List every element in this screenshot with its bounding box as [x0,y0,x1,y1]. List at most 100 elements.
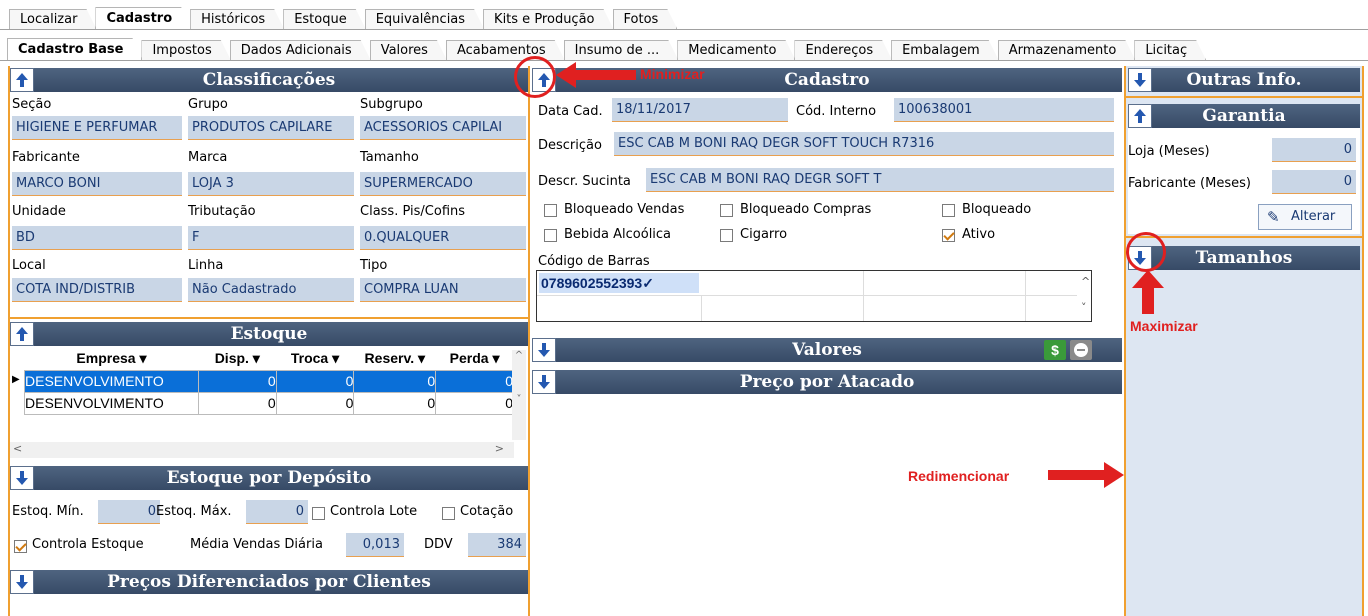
tab-localizar[interactable]: Localizar [9,9,96,29]
marca-field[interactable]: LOJA 3 [188,172,354,196]
currency-icon[interactable]: $ [1044,340,1066,360]
tamanho-label: Tamanho [360,150,419,165]
col-empresa[interactable]: Empresa ▾ [25,348,199,370]
tributacao-field[interactable]: F [188,226,354,250]
atacado-title: Preço por Atacado [739,372,915,392]
tab-enderecos[interactable]: Endereços [794,40,892,60]
bebida-alcoolica-checkbox[interactable] [544,229,557,242]
marca-label: Marca [188,150,228,165]
tab-impostos[interactable]: Impostos [141,40,230,60]
table-row[interactable]: DESENVOLVIMENTO 0 0 0 0 [24,369,514,393]
tab-embalagem[interactable]: Embalagem [891,40,999,60]
col-reserv[interactable]: Reserv. ▾ [354,348,436,370]
tab-acabamentos[interactable]: Acabamentos [446,40,565,60]
bloqueado-vendas-label: Bloqueado Vendas [564,202,685,217]
secao-field[interactable]: HIGIENE E PERFUMAR [12,116,182,140]
unidade-field[interactable]: BD [12,226,182,250]
cod-interno-field[interactable]: 100638001 [894,98,1114,122]
subgrupo-label: Subgrupo [360,97,423,112]
tab-cadastro-base[interactable]: Cadastro Base [7,38,142,60]
data-cad-field[interactable]: 18/11/2017 [612,98,788,122]
collapse-classificacoes-button[interactable] [10,68,34,92]
col-disp[interactable]: Disp. ▾ [198,348,276,370]
minus-circle-icon[interactable] [1070,340,1092,360]
estoq-max-field[interactable]: 0 [246,500,308,524]
tributacao-label: Tributação [188,204,256,219]
tab-dados-adicionais[interactable]: Dados Adicionais [230,40,371,60]
linha-field[interactable]: Não Cadastrado [188,278,354,302]
collapse-garantia-button[interactable] [1128,104,1152,128]
divider [8,317,530,319]
garantia-title: Garantia [1202,106,1286,126]
expand-outras-info-button[interactable] [1128,68,1152,92]
tab-licitacao[interactable]: Licitaç [1134,40,1206,60]
precos-clientes-title: Preços Diferenciados por Clientes [107,572,431,592]
tab-cadastro[interactable]: Cadastro [95,7,191,29]
divider [1126,236,1362,238]
expand-estoque-deposito-button[interactable] [10,466,34,490]
cigarro-checkbox[interactable] [720,229,733,242]
tab-historicos[interactable]: Históricos [190,9,284,29]
grupo-label: Grupo [188,97,228,112]
precos-clientes-header: Preços Diferenciados por Clientes [10,570,528,594]
sub-tab-bar: Cadastro Base Impostos Dados Adicionais … [0,39,1368,61]
cadastro-title: Cadastro [784,70,870,90]
cotacao-checkbox[interactable] [442,507,455,520]
ativo-checkbox[interactable] [942,229,955,242]
bloqueado-checkbox[interactable] [942,204,955,217]
barcode-entry[interactable]: 0789602552393✓ [539,273,699,293]
tab-estoque[interactable]: Estoque [283,9,366,29]
garantia-body: Loja (Meses) 0 Fabricante (Meses) 0 ✎ Al… [1128,128,1360,234]
tab-insumo[interactable]: Insumo de ... [564,40,679,60]
table-row[interactable]: DESENVOLVIMENTO 0 0 0 0 [24,391,514,415]
loja-meses-field[interactable]: 0 [1272,138,1356,162]
subgrupo-field[interactable]: ACESSORIOS CAPILAI [360,116,526,140]
bloqueado-vendas-checkbox[interactable] [544,204,557,217]
fabricante-meses-field[interactable]: 0 [1272,170,1356,194]
loja-meses-label: Loja (Meses) [1128,144,1210,159]
scroll-up-icon[interactable]: ^ [1081,275,1090,288]
horizontal-scrollbar[interactable]: < > [10,442,514,458]
cigarro-label: Cigarro [740,227,788,242]
scroll-down-icon[interactable]: ˅ [1081,301,1087,314]
tab-armazenamento[interactable]: Armazenamento [998,40,1136,60]
linha-label: Linha [188,258,224,273]
tab-kits-producao[interactable]: Kits e Produção [483,9,613,29]
estoq-min-field[interactable]: 0 [98,500,160,524]
descricao-field[interactable]: ESC CAB M BONI RAQ DEGR SOFT TOUCH R7316 [614,132,1114,156]
bloqueado-compras-checkbox[interactable] [720,204,733,217]
fabricante-meses-label: Fabricante (Meses) [1128,176,1251,191]
ddv-field[interactable]: 384 [468,533,526,557]
fabricante-field[interactable]: MARCO BONI [12,172,182,196]
media-vendas-field[interactable]: 0,013 [346,533,404,557]
tipo-field[interactable]: COMPRA LUAN [360,278,526,302]
descr-sucinta-field[interactable]: ESC CAB M BONI RAQ DEGR SOFT T [646,168,1114,192]
controla-estoque-checkbox[interactable] [14,540,27,553]
controla-lote-checkbox[interactable] [312,507,325,520]
descr-sucinta-label: Descr. Sucinta [538,174,631,189]
collapse-estoque-button[interactable] [10,322,34,346]
col-perda[interactable]: Perda ▾ [436,348,514,370]
arrow-up-icon [16,327,28,341]
arrow-down-icon [538,375,550,389]
tamanho-field[interactable]: SUPERMERCADO [360,172,526,196]
estoq-min-label: Estoq. Mín. [12,504,84,519]
expand-precos-clientes-button[interactable] [10,570,34,594]
classificacoes-header: Classificações [10,68,528,92]
tab-medicamento[interactable]: Medicamento [677,40,795,60]
alterar-button[interactable]: ✎ Alterar [1258,204,1352,230]
bloqueado-compras-label: Bloqueado Compras [740,202,872,217]
tab-equivalencias[interactable]: Equivalências [365,9,484,29]
expand-atacado-button[interactable] [532,370,556,394]
pis-cofins-field[interactable]: 0.QUALQUER [360,226,526,250]
col-troca[interactable]: Troca ▾ [276,348,354,370]
codigo-barras-list[interactable]: 0789602552393✓ ^ ˅ [536,270,1092,322]
media-vendas-label: Média Vendas Diária [190,537,323,552]
tab-valores[interactable]: Valores [370,40,447,60]
tab-fotos[interactable]: Fotos [613,9,678,29]
unidade-label: Unidade [12,204,66,219]
vertical-scrollbar[interactable]: ^ ˅ [512,350,526,440]
local-field[interactable]: COTA IND/DISTRIB [12,278,182,302]
expand-valores-button[interactable] [532,338,556,362]
grupo-field[interactable]: PRODUTOS CAPILARE [188,116,354,140]
